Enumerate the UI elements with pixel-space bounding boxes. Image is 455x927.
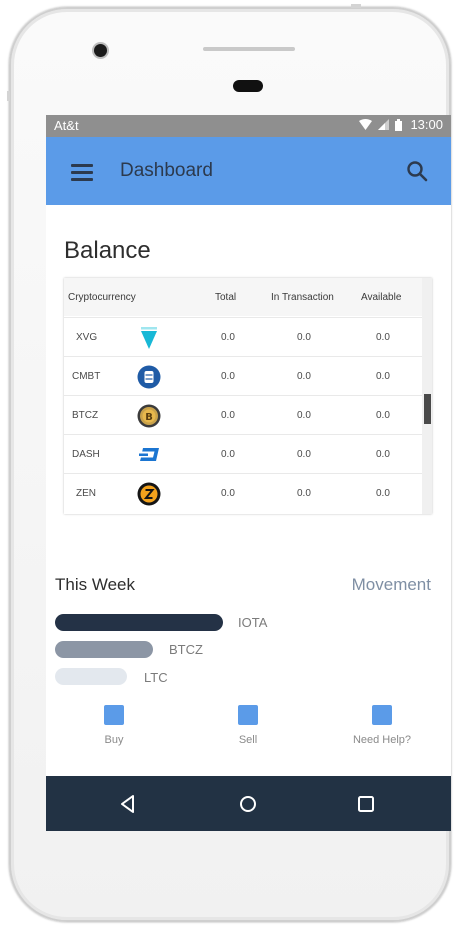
sell-button[interactable]: Sell xyxy=(198,705,298,746)
movement-bar-ltc xyxy=(55,668,127,685)
recents-icon[interactable] xyxy=(355,793,377,815)
signal-icon xyxy=(378,119,390,130)
in-transaction-value: 0.0 xyxy=(297,332,311,343)
table-row[interactable]: BTCZ B 0.0 0.0 0.0 xyxy=(64,395,422,435)
zencash-icon xyxy=(137,482,161,506)
bitcoinz-icon: B xyxy=(137,404,161,428)
table-row[interactable]: CMBT 0.0 0.0 0.0 xyxy=(64,356,422,396)
status-bar: At&t 13:00 xyxy=(46,115,451,137)
this-week-title: This Week xyxy=(55,575,135,594)
hamburger-menu-icon[interactable] xyxy=(71,164,93,181)
available-value: 0.0 xyxy=(376,371,390,382)
available-value: 0.0 xyxy=(376,332,390,343)
movement-bar-iota xyxy=(55,614,223,631)
dash-icon xyxy=(139,448,159,461)
total-value: 0.0 xyxy=(221,449,235,460)
cmbt-icon xyxy=(137,365,161,389)
search-icon[interactable] xyxy=(405,159,429,183)
table-row[interactable]: DASH 0.0 0.0 0.0 xyxy=(64,434,422,474)
phone-side-button xyxy=(7,91,10,101)
in-transaction-value: 0.0 xyxy=(297,488,311,499)
status-time: 13:00 xyxy=(410,117,443,132)
coin-symbol: BTCZ xyxy=(72,410,99,421)
table-scrollbar[interactable] xyxy=(422,278,432,514)
column-header-in-transaction: In Transaction xyxy=(271,292,334,303)
in-transaction-value: 0.0 xyxy=(297,449,311,460)
column-header-total: Total xyxy=(215,292,237,303)
available-value: 0.0 xyxy=(376,488,390,499)
system-nav-bar xyxy=(46,776,451,831)
sell-label: Sell xyxy=(238,734,258,746)
balance-title: Balance xyxy=(64,237,151,264)
page-title: Dashboard xyxy=(120,160,213,181)
front-camera xyxy=(94,44,107,57)
balance-table: Cryptocurrency Total In Transaction Avai… xyxy=(64,278,432,514)
help-icon xyxy=(372,705,392,725)
need-help-label: Need Help? xyxy=(352,734,412,746)
column-header-cryptocurrency: Cryptocurrency xyxy=(68,292,136,303)
wifi-icon xyxy=(359,118,373,130)
buy-label: Buy xyxy=(104,734,124,746)
back-icon[interactable] xyxy=(117,793,139,815)
app-bar: Dashboard xyxy=(46,137,451,205)
need-help-button[interactable]: Need Help? xyxy=(332,705,432,746)
table-header: Cryptocurrency Total In Transaction Avai… xyxy=(64,278,422,316)
buy-icon xyxy=(104,705,124,725)
in-transaction-value: 0.0 xyxy=(297,410,311,421)
movement-bar-btcz xyxy=(55,641,153,658)
buy-button[interactable]: Buy xyxy=(64,705,164,746)
movement-bar-label: IOTA xyxy=(238,615,268,630)
coin-symbol: CMBT xyxy=(72,371,101,382)
screen: At&t 13:00 Dashboard Balance Cryptocurre… xyxy=(46,115,451,831)
total-value: 0.0 xyxy=(221,410,235,421)
coin-symbol: DASH xyxy=(72,449,100,460)
available-value: 0.0 xyxy=(376,410,390,421)
column-header-available: Available xyxy=(361,292,402,303)
movement-bar-label: LTC xyxy=(144,670,168,685)
home-icon[interactable] xyxy=(237,793,259,815)
svg-text:B: B xyxy=(145,412,153,423)
status-icons: 13:00 xyxy=(359,117,443,132)
battery-icon xyxy=(395,118,403,131)
carrier-name: At&t xyxy=(54,118,79,133)
table-row[interactable]: XVG 0.0 0.0 0.0 xyxy=(64,317,422,357)
sell-icon xyxy=(238,705,258,725)
movement-link[interactable]: Movement xyxy=(352,575,431,595)
scrollbar-thumb[interactable] xyxy=(424,394,431,424)
total-value: 0.0 xyxy=(221,488,235,499)
movement-bar-label: BTCZ xyxy=(169,642,203,657)
available-value: 0.0 xyxy=(376,449,390,460)
earpiece-speaker xyxy=(233,80,263,92)
in-transaction-value: 0.0 xyxy=(297,371,311,382)
table-row[interactable]: ZEN 0.0 0.0 0.0 xyxy=(64,473,422,513)
phone-frame: At&t 13:00 Dashboard Balance Cryptocurre… xyxy=(7,4,451,922)
total-value: 0.0 xyxy=(221,332,235,343)
total-value: 0.0 xyxy=(221,371,235,382)
sensor-slot xyxy=(203,47,295,51)
phone-top-button xyxy=(351,4,361,8)
verge-icon xyxy=(141,327,157,349)
coin-symbol: XVG xyxy=(76,332,98,343)
coin-symbol: ZEN xyxy=(76,488,96,499)
